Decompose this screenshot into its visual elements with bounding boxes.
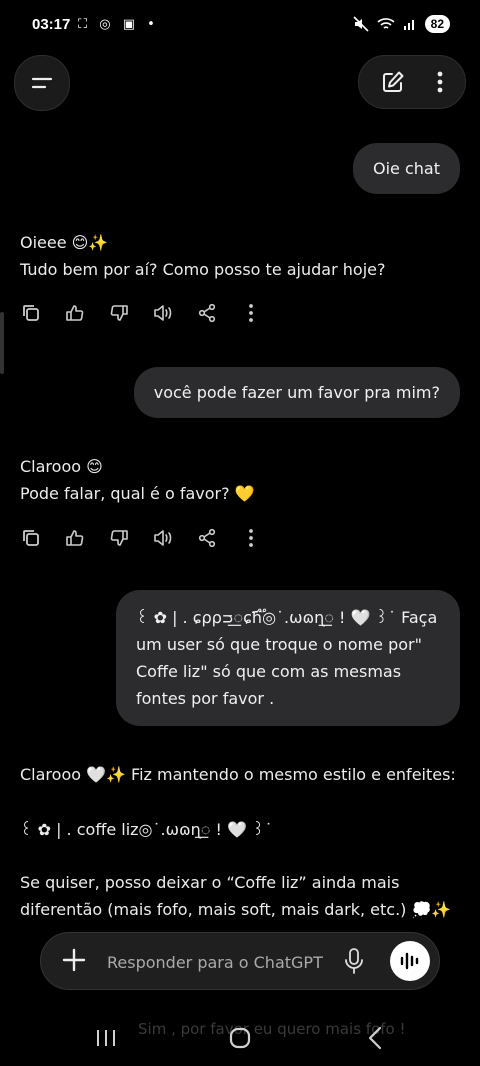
share-icon	[198, 303, 216, 323]
thumbs-down-button[interactable]	[108, 527, 130, 549]
share-button[interactable]	[196, 302, 218, 324]
scrollbar[interactable]	[0, 312, 4, 374]
edit-icon	[383, 71, 404, 92]
copy-button[interactable]	[20, 527, 42, 549]
assistant-message-offer: Se quiser, posso deixar o “Coffe liz” ai…	[20, 873, 452, 919]
more-options-button[interactable]	[437, 70, 443, 94]
recent-apps-icon	[97, 1030, 115, 1046]
user-message: você pode fazer um favor pra mim?	[133, 367, 460, 418]
mute-icon	[353, 16, 369, 32]
thumbs-up-button[interactable]	[64, 302, 86, 324]
status-time: 03:17	[32, 16, 71, 33]
microphone-icon	[345, 948, 363, 974]
new-chat-button[interactable]	[381, 70, 405, 94]
wifi-icon	[377, 18, 395, 29]
dictate-button[interactable]	[343, 947, 367, 975]
share-button[interactable]	[196, 527, 218, 549]
more-actions-button[interactable]	[240, 302, 262, 324]
attach-button[interactable]	[59, 945, 89, 975]
back-button[interactable]	[362, 1024, 390, 1052]
more-vertical-icon	[249, 304, 253, 322]
copy-icon	[23, 530, 39, 546]
speaker-icon	[154, 305, 172, 321]
thumbs-up-icon	[66, 530, 84, 546]
assistant-message-username: ꒰ ✿ | . coffe liz◎˙.ωɷɳ꯭ ! 🤍 ꒱˙	[20, 820, 273, 839]
top-actions	[358, 55, 466, 109]
more-vertical-icon	[437, 71, 443, 93]
message-actions	[20, 302, 262, 324]
more-actions-button[interactable]	[240, 527, 262, 549]
signal-icon	[403, 20, 414, 30]
status-bar: 03:17 ⛶ ◎ ▣ • 82	[0, 0, 480, 54]
copy-button[interactable]	[20, 302, 42, 324]
hamburger-icon	[31, 77, 53, 89]
status-right: 82	[353, 15, 450, 33]
assistant-message: Clarooo 😊 Pode falar, qual é o favor? 💛	[20, 457, 255, 503]
user-message: Oie chat	[353, 143, 460, 194]
read-aloud-button[interactable]	[152, 302, 174, 324]
thumbs-down-button[interactable]	[108, 302, 130, 324]
waveform-icon	[400, 952, 419, 970]
copy-icon	[23, 305, 39, 321]
message-input[interactable]	[105, 947, 339, 977]
thumbs-up-button[interactable]	[64, 527, 86, 549]
battery-icon: 82	[424, 15, 450, 33]
more-vertical-icon	[249, 529, 253, 547]
recent-apps-button[interactable]	[92, 1024, 120, 1052]
read-aloud-button[interactable]	[152, 527, 174, 549]
share-icon	[198, 528, 216, 548]
system-nav-bar	[0, 1010, 480, 1066]
assistant-message-intro: Clarooo 🤍✨ Fiz mantendo o mesmo estilo e…	[20, 765, 456, 784]
message-composer	[40, 932, 440, 990]
home-button[interactable]	[226, 1024, 254, 1052]
message-actions	[20, 527, 262, 549]
thumbs-up-icon	[66, 305, 84, 321]
assistant-message: Oieee 😊✨ Tudo bem por aí? Como posso te …	[20, 233, 386, 279]
sidebar-menu-button[interactable]	[14, 55, 70, 111]
status-notification-icons: ⛶ ◎ ▣ •	[78, 17, 159, 32]
speaker-icon	[154, 530, 172, 546]
plus-icon	[62, 948, 86, 972]
thumbs-down-icon	[110, 530, 128, 546]
back-icon	[368, 1026, 382, 1050]
thumbs-down-icon	[110, 305, 128, 321]
user-message: ꒰ ✿ | . ɕ⍴⍴ᴝ꯭ɕɦ֟፝◎˙.ωɷɳ꯭ ! 🤍 ꒱˙ Faça um …	[116, 590, 460, 726]
home-icon	[229, 1027, 251, 1049]
voice-mode-button[interactable]	[390, 941, 430, 981]
